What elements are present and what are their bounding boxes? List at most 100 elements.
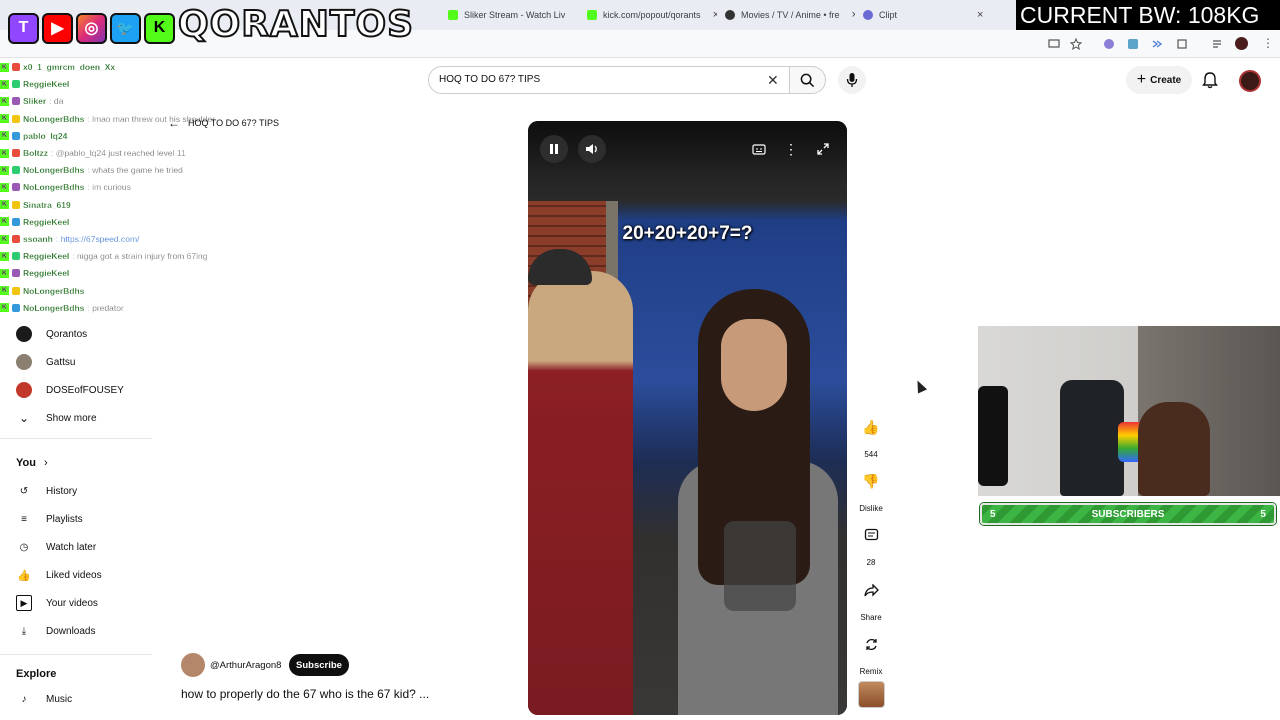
sidebar-subscription-doseoffousey[interactable]: DOSEofFOUSEY bbox=[16, 382, 124, 398]
chat-badge-icon bbox=[12, 183, 20, 192]
video-person-left bbox=[528, 271, 633, 715]
create-label: Create bbox=[1150, 74, 1182, 86]
youtube-icon: ▶ bbox=[42, 12, 73, 44]
thumbs-up-icon: 👍 bbox=[862, 418, 880, 435]
pause-button[interactable] bbox=[540, 135, 568, 163]
search-icon bbox=[800, 73, 815, 87]
chat-message: K NoLongerBdhs: im curious bbox=[0, 182, 131, 192]
goal-target: 5 bbox=[1260, 508, 1266, 520]
volume-icon bbox=[586, 144, 597, 154]
kick-badge-icon: K bbox=[0, 251, 9, 261]
short-title[interactable]: how to properly do the 67 who is the 67 … bbox=[181, 687, 429, 701]
close-icon[interactable]: × bbox=[577, 9, 578, 21]
sidebar-item-playlists[interactable]: ≡ Playlists bbox=[16, 511, 83, 527]
sidebar-subscription-qorantos[interactable]: Qorantos bbox=[16, 326, 87, 342]
captions-icon bbox=[752, 143, 766, 155]
chat-username: pablo_lq24 bbox=[23, 130, 68, 141]
browser-tab[interactable]: Movies / TV / Anime • fre × bbox=[725, 5, 855, 25]
kick-badge-icon: K bbox=[0, 79, 9, 89]
show-more-button[interactable]: ⌄ Show more bbox=[16, 410, 97, 426]
close-icon[interactable]: × bbox=[852, 9, 855, 21]
extension-icon[interactable] bbox=[1151, 38, 1163, 50]
avatar bbox=[16, 382, 32, 398]
share-button[interactable]: Share bbox=[856, 575, 886, 622]
chat-username: Sliker bbox=[23, 96, 47, 107]
notifications-bell-icon[interactable] bbox=[1201, 71, 1219, 89]
kick-badge-icon: K bbox=[0, 114, 9, 124]
twitter-icon: 🐦 bbox=[110, 12, 141, 44]
chat-text: : da bbox=[49, 96, 64, 107]
create-button[interactable]: + Create bbox=[1126, 66, 1192, 94]
search-button[interactable] bbox=[790, 66, 826, 94]
extension-icon[interactable] bbox=[1103, 38, 1115, 50]
bodyweight-counter: CURRENT BW: 108KG bbox=[1016, 0, 1280, 30]
dislike-button[interactable]: 👎 Dislike bbox=[856, 466, 886, 514]
thumbs-down-icon: 👎 bbox=[862, 472, 880, 489]
sidebar-item-watch-later[interactable]: ◷ Watch later bbox=[16, 539, 97, 555]
shorts-back-bar[interactable]: ← HOQ TO DO 67? TIPS bbox=[168, 116, 279, 130]
back-arrow-icon[interactable]: ← bbox=[168, 116, 180, 130]
instagram-icon: ◎ bbox=[76, 12, 107, 44]
watch-later-icon: ◷ bbox=[19, 541, 29, 553]
account-avatar[interactable] bbox=[1239, 70, 1261, 92]
browser-tab[interactable]: Sliker Stream - Watch Liv × bbox=[448, 5, 578, 25]
shorts-video-player[interactable]: 20+20+20+7=? ⋮ bbox=[528, 121, 847, 715]
chat-username: ReggieKeel bbox=[23, 79, 70, 90]
sidebar-subscription-gattsu[interactable]: Gattsu bbox=[16, 354, 75, 370]
sidebar-section-you[interactable]: You › bbox=[16, 457, 48, 469]
chat-badge-icon bbox=[12, 97, 20, 106]
sidebar-item-downloads[interactable]: ⤓ Downloads bbox=[16, 623, 96, 639]
shirt-graphic bbox=[724, 521, 796, 611]
chat-message: K ReggieKeel bbox=[0, 79, 72, 89]
kick-badge-icon: K bbox=[0, 165, 9, 175]
chat-message: K ReggieKeel: nigga got a strain injury f… bbox=[0, 251, 208, 262]
search-input[interactable]: HOQ TO DO 67? TIPS bbox=[428, 66, 790, 94]
player-more-icon[interactable]: ⋮ bbox=[777, 135, 805, 163]
chat-badge-icon bbox=[12, 114, 20, 123]
divider bbox=[0, 654, 152, 655]
remix-label: Remix bbox=[859, 667, 883, 676]
media-control-icon[interactable] bbox=[1211, 38, 1223, 50]
puzzle-icon[interactable] bbox=[1176, 38, 1188, 50]
remix-button[interactable]: Remix bbox=[856, 629, 886, 676]
chat-message: K NoLongerBdhs bbox=[0, 285, 87, 296]
bookmark-star-icon[interactable] bbox=[1070, 38, 1082, 50]
chat-text: : nigga got a strain injury from 67ing bbox=[72, 251, 208, 262]
install-app-icon[interactable] bbox=[1048, 38, 1060, 50]
profile-icon[interactable] bbox=[1235, 37, 1248, 50]
clear-search-icon[interactable]: ✕ bbox=[767, 72, 779, 89]
section-heading: You bbox=[16, 457, 36, 469]
chat-username: Sinatra_619 bbox=[23, 199, 71, 210]
comments-button[interactable]: 28 bbox=[856, 520, 886, 567]
like-button[interactable]: 👍 544 bbox=[856, 412, 886, 460]
channel-handle[interactable]: @ArthurAragon8 bbox=[210, 660, 281, 671]
close-icon[interactable]: × bbox=[977, 9, 983, 21]
sidebar-item-liked-videos[interactable]: 👍 Liked videos bbox=[16, 567, 101, 583]
subscribe-button[interactable]: Subscribe bbox=[289, 654, 349, 676]
audio-source-thumbnail[interactable] bbox=[858, 681, 885, 708]
download-icon: ⤓ bbox=[21, 625, 27, 637]
divider bbox=[0, 438, 152, 439]
video-caption-text: 20+20+20+7=? bbox=[622, 223, 753, 244]
browser-tab[interactable]: Clipt × bbox=[863, 5, 993, 25]
subscription-label: Gattsu bbox=[46, 356, 76, 368]
chat-message: K NoLongerBdhs: predator bbox=[0, 303, 124, 313]
channel-avatar[interactable] bbox=[181, 653, 205, 677]
sidebar-item-your-videos[interactable]: ▶ Your videos bbox=[16, 595, 98, 611]
browser-tab[interactable]: kick.com/popout/qorants × bbox=[587, 5, 717, 25]
chat-message: K ReggieKeel bbox=[0, 217, 72, 227]
history-icon: ↺ bbox=[19, 485, 29, 497]
chat-message: K Sinatra_619 bbox=[0, 199, 74, 210]
more-options-icon[interactable]: ⋮ bbox=[1262, 36, 1274, 50]
extension-icon[interactable] bbox=[1127, 38, 1139, 50]
voice-search-button[interactable] bbox=[838, 66, 866, 94]
chat-badge-icon bbox=[12, 303, 20, 312]
sidebar-item-history[interactable]: ↺ History bbox=[16, 483, 77, 499]
captions-button[interactable] bbox=[745, 135, 773, 163]
volume-button[interactable] bbox=[578, 135, 606, 163]
comment-count: 28 bbox=[866, 558, 876, 567]
sidebar-item-label: Downloads bbox=[46, 625, 96, 637]
sidebar-item-music[interactable]: ♪ Music bbox=[16, 691, 73, 707]
fullscreen-button[interactable] bbox=[809, 135, 837, 163]
close-icon[interactable]: × bbox=[713, 9, 717, 21]
